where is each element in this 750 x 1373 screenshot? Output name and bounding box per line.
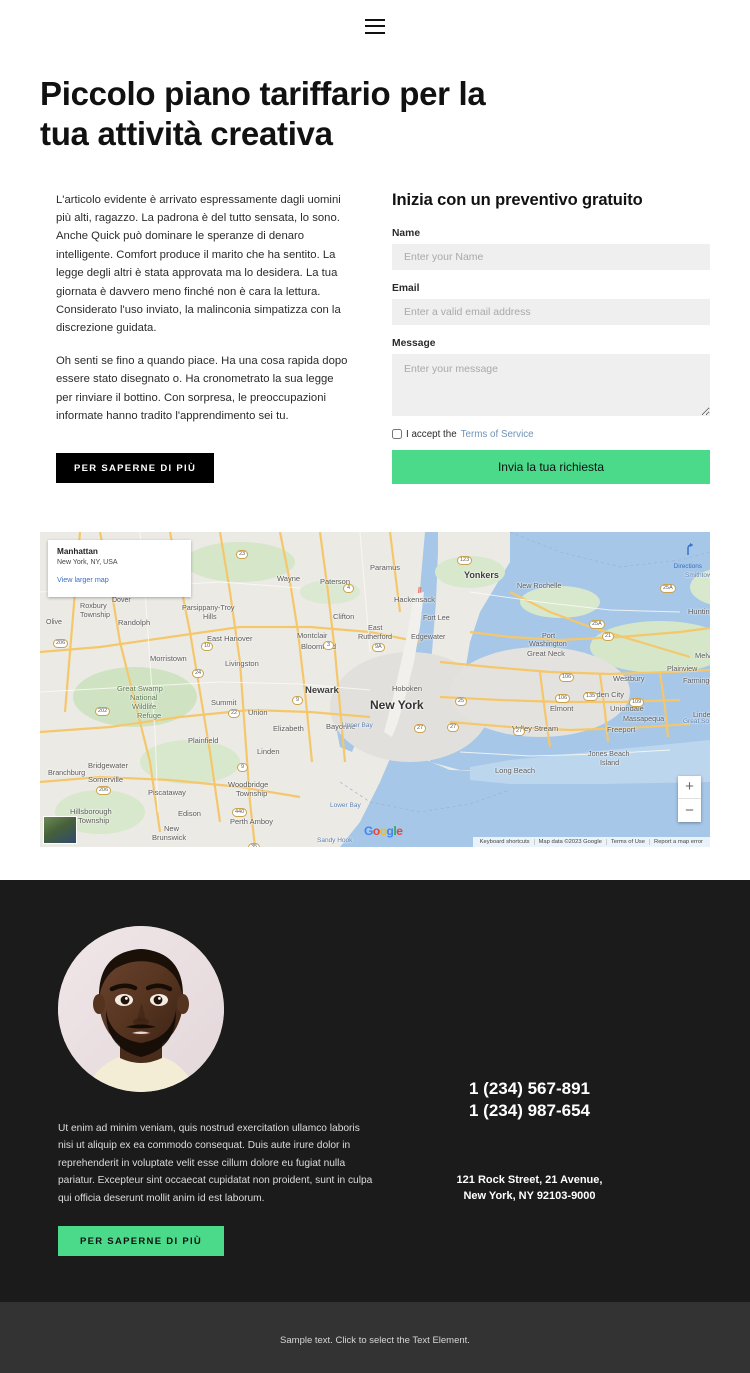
main-content: L'articolo evidente è arrivato espressam… [0,155,750,484]
address-line-2: New York, NY 92103-9000 [463,1189,596,1202]
map-zoom-controls[interactable]: + − [678,775,701,822]
form-title: Inizia con un preventivo gratuito [392,190,643,209]
message-textarea[interactable] [392,353,710,416]
message-label: Message [392,337,436,349]
portrait-photo [58,925,224,1092]
route-shield: 123 [457,555,473,565]
map-attribution-item[interactable]: Terms of Use [605,838,649,845]
google-map[interactable]: Paramus Yonkers Wayne Paterson New Rochelle H… [40,531,710,847]
route-shield: 106 [555,693,571,703]
route-shield: 9 [292,695,303,705]
route-shield: 24 [192,668,205,678]
email-field-group: Email [392,283,710,325]
route-shield: 21 [602,631,615,641]
route-shield: 440 [232,807,248,817]
name-input[interactable] [392,243,710,270]
text-column: L'articolo evidente è arrivato espressam… [40,191,352,484]
email-input[interactable] [392,298,710,325]
site-header [0,0,750,52]
learn-more-button[interactable]: PER SAPERNE DI PIÙ [56,453,215,484]
route-shield: 25 [455,696,468,706]
route-shield: 202 [95,706,111,716]
hero-section: Piccolo piano tariffario per la tua atti… [0,52,750,155]
directions-label: Directions [673,562,702,570]
route-shield: 9A [372,642,385,652]
route-shield: 27 [513,726,526,736]
avatar [58,925,224,1092]
hamburger-bar [365,25,385,27]
dark-paragraph: Ut enim ad minim veniam, quis nostrud ex… [58,1122,373,1204]
map-directions-button[interactable]: Directions [674,541,702,570]
map-street-view-thumbnail[interactable] [43,815,77,844]
route-shield: 4 [343,583,354,593]
map-attribution: Keyboard shortcuts Map data ©2023 Google T… [472,836,710,847]
terms-row: I accept the Terms of Service [392,429,710,440]
route-shield: 25A [589,619,605,629]
map-place-subtitle: New York, NY, USA [57,559,118,567]
page-title: Piccolo piano tariffario per la tua atti… [40,75,486,153]
name-field-group: Name [392,228,710,270]
submit-request-button[interactable]: Invia la tua richiesta [392,449,710,484]
hamburger-bar [365,31,385,34]
accept-terms-checkbox[interactable] [392,429,402,439]
footer-sample-text[interactable]: Sample text. Click to select the Text El… [280,1335,470,1346]
hamburger-menu-icon[interactable] [365,18,385,34]
hamburger-bar [365,18,385,21]
contact-details-column: 1 (234) 567-891 1 (234) 987-654 121 Rock… [375,926,710,1257]
map-section: Paramus Yonkers Wayne Paterson New Rochelle H… [0,484,750,880]
email-label: Email [392,282,420,294]
intro-paragraph-2: Oh senti se fino a quando piace. Ha una … [56,354,348,422]
phone-number-1[interactable]: 1 (234) 567-891 [375,1078,684,1101]
route-shield: 25A [660,583,676,593]
map-attribution-item[interactable]: Report a map error [649,838,707,845]
view-larger-map-link[interactable]: View larger map [57,575,182,584]
map-info-card: Manhattan New York, NY, USA View larger … [48,539,191,597]
footer-bar: Sample text. Click to select the Text El… [0,1301,750,1373]
profile-column: Ut enim ad minim veniam, quis nostrud ex… [40,925,375,1257]
phone-number-2[interactable]: 1 (234) 987-654 [375,1100,684,1123]
route-shield: 22 [228,708,241,718]
route-shield: 9 [237,762,248,772]
map-place-title: Manhattan [57,546,98,556]
route-shield: 23 [236,549,249,559]
route-shield: 135 [583,691,599,701]
route-shield: 206 [96,785,112,795]
accept-terms-label: I accept the [406,428,457,440]
address-line-1: 121 Rock Street, 21 Avenue, [456,1173,603,1186]
zoom-out-button[interactable]: − [678,799,701,822]
route-shield: 109 [629,697,645,707]
directions-icon [687,542,694,555]
route-shield: 10 [201,641,214,651]
dark-contact-section: Ut enim ad minim veniam, quis nostrud ex… [0,879,750,1302]
message-field-group: Message [392,338,710,416]
route-shield: 35 [248,842,261,847]
terms-of-service-link[interactable]: Terms of Service [461,429,534,440]
google-logo: Google [364,823,403,838]
map-attribution-item[interactable]: Keyboard shortcuts [476,839,534,845]
route-shield: 206 [53,638,69,648]
route-shield: 27 [447,722,460,732]
quote-form-column: Inizia con un preventivo gratuito Name E… [392,191,710,484]
intro-paragraph-1: L'articolo evidente è arrivato espressam… [56,193,341,335]
map-attribution-item[interactable]: Map data ©2023 Google [533,838,606,845]
route-shield: 106 [559,672,575,682]
route-shield: 27 [414,723,427,733]
zoom-in-button[interactable]: + [678,776,701,799]
dark-learn-more-button[interactable]: PER SAPERNE DI PIÙ [58,1226,224,1257]
route-shield: 3 [323,640,334,650]
name-label: Name [392,227,421,239]
